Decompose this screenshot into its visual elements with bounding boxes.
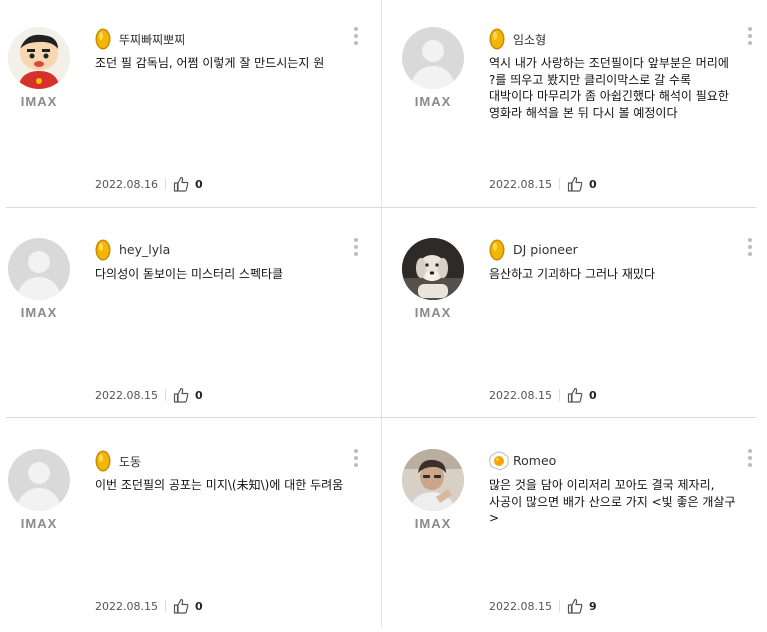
- format-label: IMAX: [414, 94, 452, 109]
- column-divider: [381, 0, 382, 626]
- reviewer-nickname[interactable]: 도동: [119, 453, 141, 470]
- review-date: 2022.08.16: [95, 177, 158, 191]
- review-date: 2022.08.15: [489, 177, 552, 191]
- like-count: 0: [588, 177, 597, 191]
- review-card: IMAX DJ pioneer 음산하고 기괴하다 그러나 재밌다 2022.0…: [400, 211, 767, 421]
- gold-badge-icon: [95, 28, 111, 50]
- gold-badge-icon: [95, 450, 111, 472]
- like-count: 0: [194, 177, 203, 191]
- review-date: 2022.08.15: [489, 388, 552, 402]
- default-avatar-icon: [28, 462, 50, 484]
- like-count: 0: [194, 599, 203, 613]
- thumbs-up-icon[interactable]: [567, 387, 583, 403]
- review-card: IMAX 임소형 역시 내가 사랑하는 조던필이다 앞부분은 머리에 ?를 띄우…: [400, 0, 767, 210]
- divider: [164, 178, 166, 190]
- avatar-block: IMAX: [8, 27, 70, 109]
- format-label: IMAX: [20, 305, 58, 320]
- reviewer-nickname[interactable]: Romeo: [513, 453, 556, 468]
- reviewer-nickname[interactable]: 임소형: [513, 31, 546, 48]
- more-options-icon[interactable]: [747, 238, 753, 260]
- egg-badge-icon: [489, 451, 509, 470]
- divider: [558, 178, 560, 190]
- more-options-icon[interactable]: [747, 449, 753, 471]
- person-photo-avatar-icon: [402, 449, 464, 511]
- thumbs-up-icon[interactable]: [173, 598, 189, 614]
- review-card: IMAX 도동 이번 조던필의 공포는 미지\(未知\)에 대한 두려움 202…: [6, 422, 381, 632]
- like-count: 0: [194, 388, 203, 402]
- review-meta: 2022.08.16 0: [95, 176, 203, 192]
- default-avatar-body: [17, 488, 61, 511]
- review-text: 음산하고 기괴하다 그러나 재밌다: [489, 267, 656, 281]
- gold-badge-icon: [489, 239, 505, 261]
- review-text: 다의성이 돋보이는 미스터리 스펙타클: [95, 267, 284, 281]
- review-card: IMAX 뚜찌빠찌뽀찌 조던 필 감독님, 어쩜 이렇게 잘 만드시는지 원 2…: [6, 0, 381, 210]
- review-meta: 2022.08.15 0: [489, 387, 597, 403]
- avatar[interactable]: [8, 238, 70, 300]
- avatar[interactable]: [402, 238, 464, 300]
- more-options-icon[interactable]: [747, 27, 753, 49]
- reviewer-nickname[interactable]: DJ pioneer: [513, 242, 578, 257]
- default-avatar-body: [17, 277, 61, 300]
- reviewer-nickname[interactable]: hey_lyla: [119, 242, 170, 257]
- avatar[interactable]: [8, 27, 70, 89]
- review-meta: 2022.08.15 0: [95, 387, 203, 403]
- avatar[interactable]: [402, 449, 464, 511]
- avatar-block: IMAX: [402, 27, 464, 109]
- review-meta: 2022.08.15 0: [489, 176, 597, 192]
- divider: [558, 600, 560, 612]
- avatar-block: IMAX: [402, 449, 464, 531]
- review-text: 조던 필 감독님, 어쩜 이렇게 잘 만드시는지 원: [95, 56, 325, 70]
- reviewer-nickname[interactable]: 뚜찌빠찌뽀찌: [119, 31, 185, 48]
- review-card: IMAX hey_lyla 다의성이 돋보이는 미스터리 스펙타클 2022.0…: [6, 211, 381, 421]
- like-count: 9: [588, 599, 597, 613]
- format-label: IMAX: [414, 305, 452, 320]
- avatar[interactable]: [8, 449, 70, 511]
- review-meta: 2022.08.15 9: [489, 598, 597, 614]
- avatar[interactable]: [402, 27, 464, 89]
- more-options-icon[interactable]: [353, 449, 359, 471]
- more-options-icon[interactable]: [353, 238, 359, 260]
- gold-badge-icon: [95, 239, 111, 261]
- review-meta: 2022.08.15 0: [95, 598, 203, 614]
- thumbs-up-icon[interactable]: [173, 176, 189, 192]
- divider: [164, 600, 166, 612]
- thumbs-up-icon[interactable]: [173, 387, 189, 403]
- thumbs-up-icon[interactable]: [567, 598, 583, 614]
- review-text: 이번 조던필의 공포는 미지\(未知\)에 대한 두려움: [95, 478, 344, 492]
- character-avatar-icon: [8, 27, 70, 89]
- review-date: 2022.08.15: [489, 599, 552, 613]
- divider: [558, 389, 560, 401]
- dog-photo-avatar-icon: [402, 238, 464, 300]
- review-text: 많은 것을 담아 이리저리 꼬아도 결국 제자리, 사공이 많으면 배가 산으로…: [489, 478, 736, 525]
- more-options-icon[interactable]: [353, 27, 359, 49]
- review-card: IMAX Romeo 많은 것을 담아 이리저리 꼬아도 결국 제자리, 사공이…: [400, 422, 767, 632]
- format-label: IMAX: [20, 516, 58, 531]
- default-avatar-icon: [28, 251, 50, 273]
- avatar-block: IMAX: [8, 449, 70, 531]
- divider: [164, 389, 166, 401]
- thumbs-up-icon[interactable]: [567, 176, 583, 192]
- review-text: 역시 내가 사랑하는 조던필이다 앞부분은 머리에 ?를 띄우고 봤지만 클리이…: [489, 56, 729, 120]
- format-label: IMAX: [20, 94, 58, 109]
- default-avatar-body: [411, 66, 455, 89]
- review-grid: IMAX 뚜찌빠찌뽀찌 조던 필 감독님, 어쩜 이렇게 잘 만드시는지 원 2…: [6, 0, 756, 626]
- avatar-block: IMAX: [8, 238, 70, 320]
- avatar-block: IMAX: [402, 238, 464, 320]
- like-count: 0: [588, 388, 597, 402]
- default-avatar-icon: [422, 40, 444, 62]
- gold-badge-icon: [489, 28, 505, 50]
- format-label: IMAX: [414, 516, 452, 531]
- review-date: 2022.08.15: [95, 599, 158, 613]
- review-date: 2022.08.15: [95, 388, 158, 402]
